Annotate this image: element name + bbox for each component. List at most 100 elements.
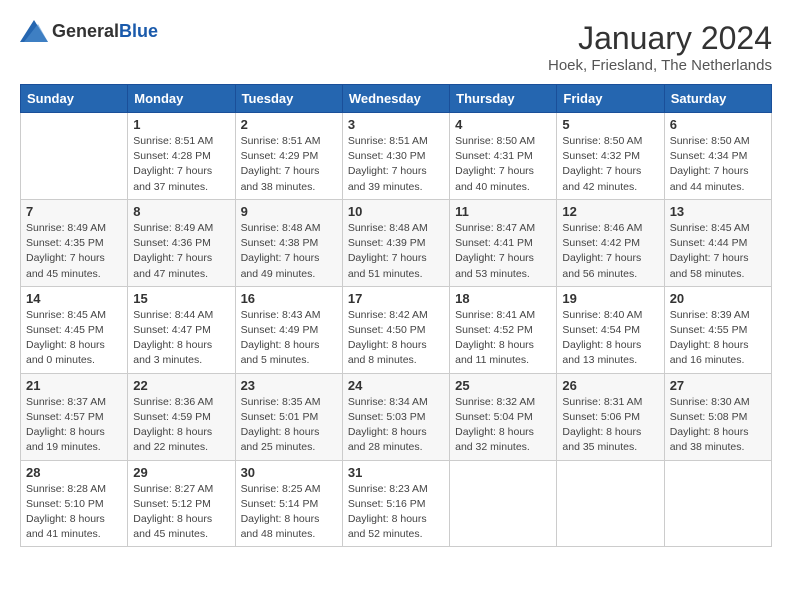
day-detail: Sunrise: 8:27 AM Sunset: 5:12 PM Dayligh…	[133, 482, 229, 543]
logo-text-blue: Blue	[119, 21, 158, 41]
calendar-cell: 8Sunrise: 8:49 AM Sunset: 4:36 PM Daylig…	[128, 199, 235, 286]
calendar-cell: 22Sunrise: 8:36 AM Sunset: 4:59 PM Dayli…	[128, 373, 235, 460]
day-number: 29	[133, 465, 229, 480]
calendar-cell: 4 Sunrise: 8:50 AM Sunset: 4:31 PM Daylig…	[450, 113, 557, 200]
day-detail: Sunrise: 8:50 AM Sunset: 4:34 PM Dayligh…	[670, 134, 766, 195]
day-number: 14	[26, 291, 122, 306]
day-number: 27	[670, 378, 766, 393]
calendar-cell: 31Sunrise: 8:23 AM Sunset: 5:16 PM Dayli…	[342, 460, 449, 547]
calendar-cell: 14Sunrise: 8:45 AM Sunset: 4:45 PM Dayli…	[21, 286, 128, 373]
calendar-cell: 17Sunrise: 8:42 AM Sunset: 4:50 PM Dayli…	[342, 286, 449, 373]
day-number: 26	[562, 378, 658, 393]
day-detail: Sunrise: 8:32 AM Sunset: 5:04 PM Dayligh…	[455, 395, 551, 456]
month-title: January 2024	[548, 20, 772, 57]
day-header-monday: Monday	[128, 85, 235, 113]
day-number: 11	[455, 204, 551, 219]
day-number: 23	[241, 378, 337, 393]
day-detail: Sunrise: 8:51 AM Sunset: 4:28 PM Dayligh…	[133, 134, 229, 195]
day-number: 21	[26, 378, 122, 393]
day-header-saturday: Saturday	[664, 85, 771, 113]
calendar-body: 1 Sunrise: 8:51 AM Sunset: 4:28 PM Daylig…	[21, 113, 772, 547]
calendar-cell: 30 Sunrise: 8:25 AM Sunset: 5:14 PM Dayli…	[235, 460, 342, 547]
calendar-cell: 15Sunrise: 8:44 AM Sunset: 4:47 PM Dayli…	[128, 286, 235, 373]
calendar-cell: 20 Sunrise: 8:39 AM Sunset: 4:55 PM Dayli…	[664, 286, 771, 373]
calendar-week-4: 21Sunrise: 8:37 AM Sunset: 4:57 PM Dayli…	[21, 373, 772, 460]
title-area: January 2024 Hoek, Friesland, The Nether…	[548, 20, 772, 74]
day-detail: Sunrise: 8:25 AM Sunset: 5:14 PM Dayligh…	[241, 482, 337, 543]
day-number: 17	[348, 291, 444, 306]
day-number: 15	[133, 291, 229, 306]
logo: GeneralBlue	[20, 20, 158, 42]
day-detail: Sunrise: 8:50 AM Sunset: 4:31 PM Dayligh…	[455, 134, 551, 195]
day-detail: Sunrise: 8:51 AM Sunset: 4:29 PM Dayligh…	[241, 134, 337, 195]
day-number: 4	[455, 117, 551, 132]
day-header-friday: Friday	[557, 85, 664, 113]
day-number: 8	[133, 204, 229, 219]
calendar-cell: 25 Sunrise: 8:32 AM Sunset: 5:04 PM Dayli…	[450, 373, 557, 460]
day-detail: Sunrise: 8:51 AM Sunset: 4:30 PM Dayligh…	[348, 134, 444, 195]
day-detail: Sunrise: 8:34 AM Sunset: 5:03 PM Dayligh…	[348, 395, 444, 456]
day-detail: Sunrise: 8:48 AM Sunset: 4:38 PM Dayligh…	[241, 221, 337, 282]
calendar-cell: 1 Sunrise: 8:51 AM Sunset: 4:28 PM Daylig…	[128, 113, 235, 200]
day-detail: Sunrise: 8:43 AM Sunset: 4:49 PM Dayligh…	[241, 308, 337, 369]
day-detail: Sunrise: 8:40 AM Sunset: 4:54 PM Dayligh…	[562, 308, 658, 369]
calendar-cell: 6 Sunrise: 8:50 AM Sunset: 4:34 PM Daylig…	[664, 113, 771, 200]
calendar-cell	[664, 460, 771, 547]
day-number: 13	[670, 204, 766, 219]
day-detail: Sunrise: 8:46 AM Sunset: 4:42 PM Dayligh…	[562, 221, 658, 282]
calendar-cell: 23 Sunrise: 8:35 AM Sunset: 5:01 PM Dayli…	[235, 373, 342, 460]
day-number: 19	[562, 291, 658, 306]
calendar-cell	[557, 460, 664, 547]
calendar-cell: 27 Sunrise: 8:30 AM Sunset: 5:08 PM Dayli…	[664, 373, 771, 460]
calendar-cell: 16 Sunrise: 8:43 AM Sunset: 4:49 PM Dayli…	[235, 286, 342, 373]
calendar-cell: 19 Sunrise: 8:40 AM Sunset: 4:54 PM Dayli…	[557, 286, 664, 373]
day-detail: Sunrise: 8:36 AM Sunset: 4:59 PM Dayligh…	[133, 395, 229, 456]
calendar-cell	[21, 113, 128, 200]
day-detail: Sunrise: 8:31 AM Sunset: 5:06 PM Dayligh…	[562, 395, 658, 456]
days-header-row: SundayMondayTuesdayWednesdayThursdayFrid…	[21, 85, 772, 113]
calendar-cell: 9Sunrise: 8:48 AM Sunset: 4:38 PM Daylig…	[235, 199, 342, 286]
day-number: 6	[670, 117, 766, 132]
day-number: 5	[562, 117, 658, 132]
day-number: 24	[348, 378, 444, 393]
day-detail: Sunrise: 8:49 AM Sunset: 4:35 PM Dayligh…	[26, 221, 122, 282]
calendar-table: SundayMondayTuesdayWednesdayThursdayFrid…	[20, 84, 772, 547]
calendar-cell: 3Sunrise: 8:51 AM Sunset: 4:30 PM Daylig…	[342, 113, 449, 200]
calendar-week-5: 28 Sunrise: 8:28 AM Sunset: 5:10 PM Dayli…	[21, 460, 772, 547]
day-number: 20	[670, 291, 766, 306]
header: GeneralBlue January 2024 Hoek, Friesland…	[20, 20, 772, 74]
calendar-week-3: 14Sunrise: 8:45 AM Sunset: 4:45 PM Dayli…	[21, 286, 772, 373]
day-number: 16	[241, 291, 337, 306]
day-header-sunday: Sunday	[21, 85, 128, 113]
day-detail: Sunrise: 8:48 AM Sunset: 4:39 PM Dayligh…	[348, 221, 444, 282]
day-number: 18	[455, 291, 551, 306]
day-detail: Sunrise: 8:23 AM Sunset: 5:16 PM Dayligh…	[348, 482, 444, 543]
calendar-cell: 24 Sunrise: 8:34 AM Sunset: 5:03 PM Dayli…	[342, 373, 449, 460]
calendar-cell: 5 Sunrise: 8:50 AM Sunset: 4:32 PM Daylig…	[557, 113, 664, 200]
day-detail: Sunrise: 8:39 AM Sunset: 4:55 PM Dayligh…	[670, 308, 766, 369]
day-number: 28	[26, 465, 122, 480]
location-subtitle: Hoek, Friesland, The Netherlands	[548, 57, 772, 74]
day-detail: Sunrise: 8:28 AM Sunset: 5:10 PM Dayligh…	[26, 482, 122, 543]
day-number: 1	[133, 117, 229, 132]
day-number: 10	[348, 204, 444, 219]
calendar-week-1: 1 Sunrise: 8:51 AM Sunset: 4:28 PM Daylig…	[21, 113, 772, 200]
calendar-week-2: 7 Sunrise: 8:49 AM Sunset: 4:35 PM Daylig…	[21, 199, 772, 286]
day-detail: Sunrise: 8:35 AM Sunset: 5:01 PM Dayligh…	[241, 395, 337, 456]
day-header-tuesday: Tuesday	[235, 85, 342, 113]
calendar-cell: 7 Sunrise: 8:49 AM Sunset: 4:35 PM Daylig…	[21, 199, 128, 286]
day-number: 30	[241, 465, 337, 480]
logo-text-general: General	[52, 21, 119, 41]
day-detail: Sunrise: 8:45 AM Sunset: 4:44 PM Dayligh…	[670, 221, 766, 282]
day-number: 12	[562, 204, 658, 219]
day-detail: Sunrise: 8:30 AM Sunset: 5:08 PM Dayligh…	[670, 395, 766, 456]
calendar-cell: 26 Sunrise: 8:31 AM Sunset: 5:06 PM Dayli…	[557, 373, 664, 460]
calendar-cell: 13 Sunrise: 8:45 AM Sunset: 4:44 PM Dayli…	[664, 199, 771, 286]
calendar-cell	[450, 460, 557, 547]
day-number: 7	[26, 204, 122, 219]
day-header-wednesday: Wednesday	[342, 85, 449, 113]
day-number: 2	[241, 117, 337, 132]
day-number: 25	[455, 378, 551, 393]
day-detail: Sunrise: 8:41 AM Sunset: 4:52 PM Dayligh…	[455, 308, 551, 369]
day-detail: Sunrise: 8:50 AM Sunset: 4:32 PM Dayligh…	[562, 134, 658, 195]
